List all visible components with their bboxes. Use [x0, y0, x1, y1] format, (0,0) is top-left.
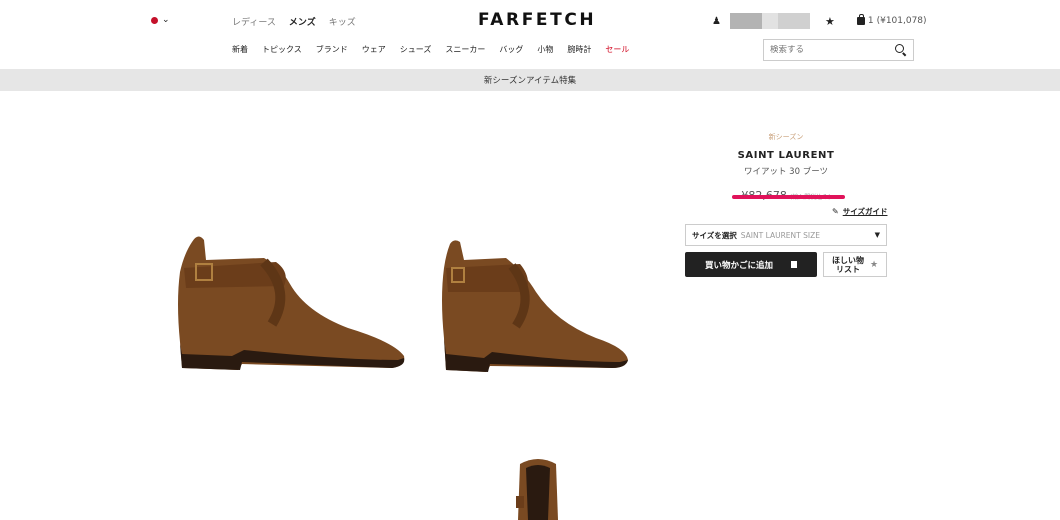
nav-item-sneakers[interactable]: スニーカー — [445, 44, 485, 55]
ruler-icon: ✎ — [832, 207, 839, 216]
price-highlight-mark — [732, 195, 845, 199]
promo-banner[interactable]: 新シーズンアイテム特集 — [0, 69, 1060, 91]
account-area: ♟ ★ 1 (¥101,078) — [712, 13, 927, 29]
size-select-placeholder: SAINT LAURENT SIZE — [740, 230, 820, 240]
product-name: ワイアット 30 ブーツ — [743, 167, 829, 177]
size-select-label: サイズを選択 — [692, 230, 737, 240]
gender-tabs: レディース メンズ キッズ — [232, 15, 356, 28]
tab-mens[interactable]: メンズ — [289, 15, 316, 28]
add-to-bag-label: 買い物かごに追加 — [704, 260, 773, 271]
nav-item-new[interactable]: 新着 — [232, 44, 248, 55]
tab-kids[interactable]: キッズ — [329, 15, 356, 28]
nav-item-brands[interactable]: ブランド — [316, 44, 348, 55]
nav-item-accessories[interactable]: 小物 — [537, 44, 553, 55]
product-image-angle[interactable] — [436, 238, 632, 374]
size-guide-link[interactable]: ✎ サイズガイド — [832, 206, 887, 217]
redacted-username — [777, 13, 810, 29]
user-icon[interactable]: ♟ — [712, 16, 721, 27]
nav-item-sale[interactable]: セール — [605, 44, 629, 55]
new-season-tag: 新シーズン — [768, 133, 804, 141]
wishlist-label: ほしい物 リスト — [831, 255, 864, 274]
nav-item-bags[interactable]: バッグ — [499, 44, 523, 55]
size-select[interactable]: サイズを選択 SAINT LAURENT SIZE ▼ — [685, 224, 887, 246]
search-input[interactable] — [770, 45, 895, 55]
product-image-back[interactable] — [514, 456, 562, 520]
chevron-down-icon: ⌄ — [162, 15, 170, 25]
wishlist-star-icon[interactable]: ★ — [825, 15, 835, 28]
nav-item-clothing[interactable]: ウェア — [362, 44, 386, 55]
tab-womens[interactable]: レディース — [232, 15, 276, 28]
nav-item-shoes[interactable]: シューズ — [400, 44, 432, 55]
shopping-bag-link[interactable]: 1 (¥101,078) — [856, 14, 927, 26]
search-box[interactable] — [763, 39, 914, 61]
redacted-username — [761, 13, 778, 29]
search-icon[interactable] — [895, 44, 907, 56]
product-image-side[interactable] — [172, 232, 408, 374]
bag-icon — [856, 14, 865, 25]
bag-icon — [791, 261, 797, 268]
redacted-username — [729, 13, 762, 29]
add-to-bag-button[interactable]: 買い物かごに追加 — [685, 252, 817, 277]
flag-icon — [151, 16, 158, 24]
site-logo[interactable]: FARFETCH — [478, 10, 596, 30]
country-selector[interactable]: ⌄ — [151, 15, 170, 25]
product-details: 新シーズン SAINT LAURENT ワイアット 30 ブーツ ¥82,678… — [686, 132, 886, 202]
star-icon: ★ — [869, 259, 879, 270]
size-guide-label: サイズガイド — [842, 207, 888, 216]
add-to-wishlist-button[interactable]: ほしい物 リスト ★ — [823, 252, 887, 277]
main-nav: 新着 トピックス ブランド ウェア シューズ スニーカー バッグ 小物 腕時計 … — [232, 44, 643, 55]
caret-down-icon: ▼ — [874, 231, 880, 239]
brand-name[interactable]: SAINT LAURENT — [686, 150, 886, 161]
bag-count: 1 — [867, 16, 874, 26]
nav-item-watches[interactable]: 腕時計 — [567, 44, 591, 55]
bag-total: (¥101,078) — [876, 16, 927, 26]
nav-item-topics[interactable]: トピックス — [262, 44, 302, 55]
